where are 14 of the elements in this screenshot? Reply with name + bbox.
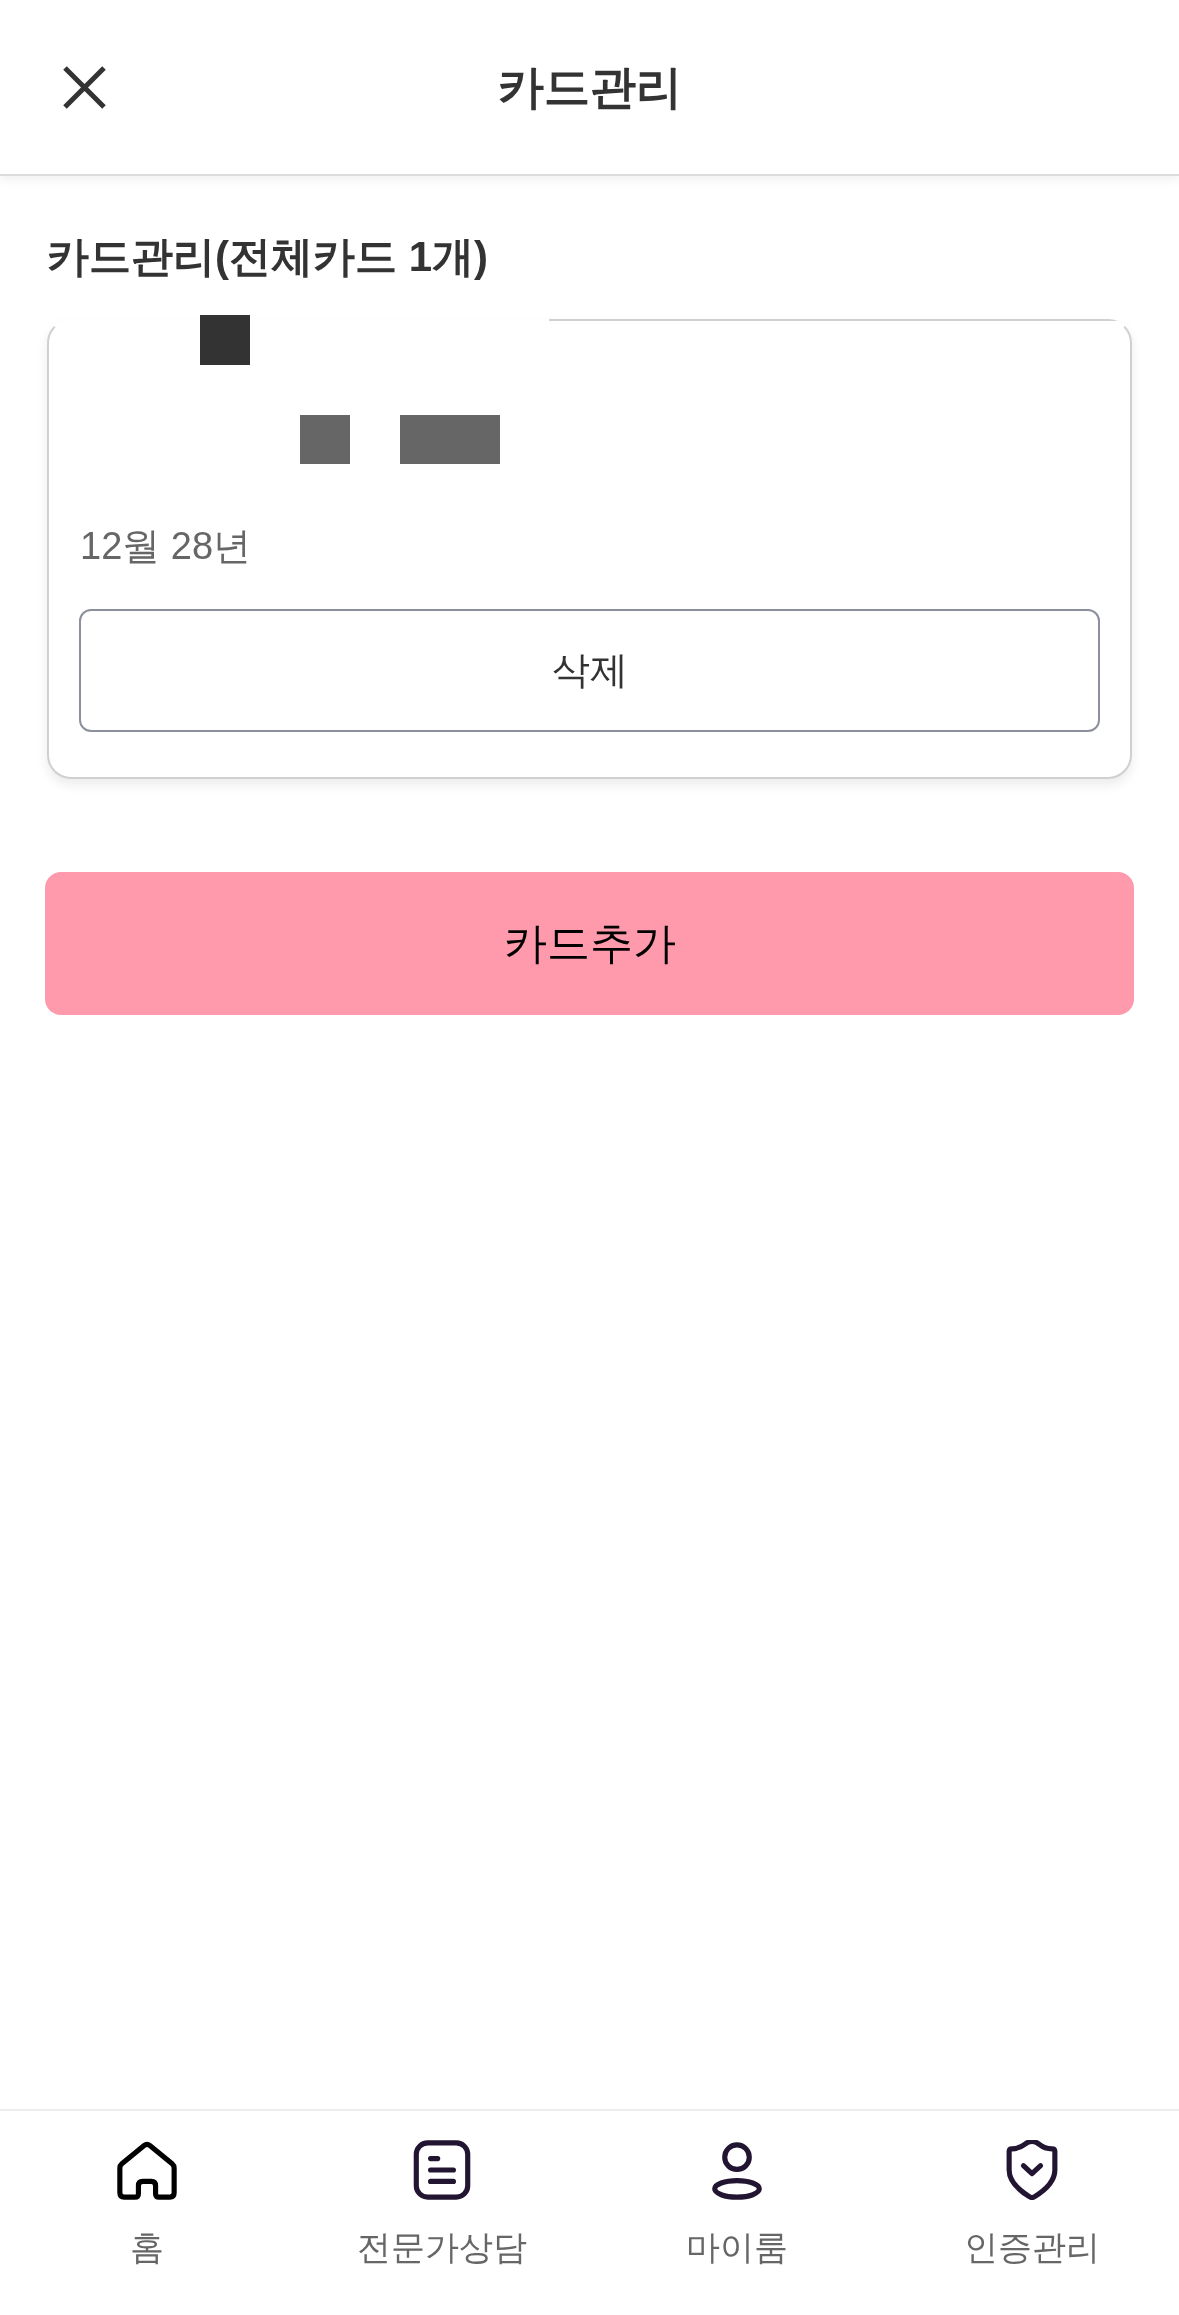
nav-tab[interactable]: 마이룸 [685,2140,788,2269]
section-title: 카드관리(전체카드 1개) [47,232,489,282]
page-title: 카드관리 [496,60,683,115]
document-icon [412,2140,473,2200]
home-icon [117,2140,178,2200]
redaction-block [200,315,250,365]
redaction-block [300,415,350,464]
close-icon [62,64,107,110]
nav-tab[interactable]: 인증관리 [963,2140,1100,2269]
nav-tab[interactable]: 홈 [117,2140,178,2269]
nav-tab[interactable]: 전문가상담 [357,2140,528,2269]
delete-button[interactable]: 삭제 [79,609,1100,732]
card-expiry-text: 12월 28년 [79,524,252,569]
add-card-button[interactable]: 카드추가 [45,872,1134,1015]
